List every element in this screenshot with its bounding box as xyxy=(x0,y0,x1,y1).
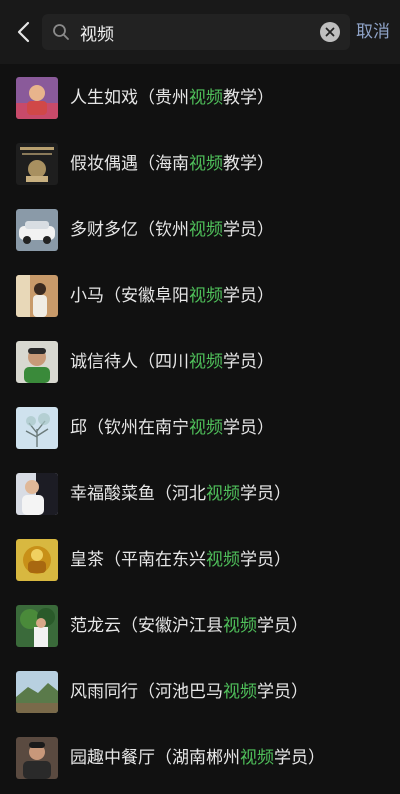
avatar xyxy=(16,473,58,515)
result-title: 假妆偶遇（海南视频教学） xyxy=(70,154,274,174)
list-item[interactable]: 皇茶（平南在东兴视频学员） xyxy=(0,528,400,594)
search-icon xyxy=(53,24,69,40)
back-button[interactable] xyxy=(8,16,40,48)
result-title: 诚信待人（四川视频学员） xyxy=(70,352,274,372)
result-title: 范龙云（安徽沪江县视频学员） xyxy=(70,616,308,636)
clear-search-button[interactable] xyxy=(320,22,340,42)
avatar xyxy=(16,605,58,647)
avatar xyxy=(16,143,58,185)
list-item[interactable]: 园趣中餐厅（湖南郴州视频学员） xyxy=(0,726,400,792)
search-bar[interactable] xyxy=(42,14,350,50)
close-icon xyxy=(325,27,335,37)
result-title: 邱（钦州在南宁视频学员） xyxy=(70,418,274,438)
result-title: 幸福酸菜鱼（河北视频学员） xyxy=(70,484,291,504)
chevron-left-icon xyxy=(17,21,30,43)
avatar xyxy=(16,407,58,449)
cancel-button[interactable]: 取消 xyxy=(356,20,400,44)
avatar xyxy=(16,539,58,581)
result-title: 人生如戏（贵州视频教学） xyxy=(70,88,274,108)
avatar xyxy=(16,671,58,713)
search-input[interactable] xyxy=(80,14,310,50)
avatar xyxy=(16,209,58,251)
result-title: 风雨同行（河池巴马视频学员） xyxy=(70,682,308,702)
result-title: 园趣中餐厅（湖南郴州视频学员） xyxy=(70,748,325,768)
avatar xyxy=(16,341,58,383)
result-title: 皇茶（平南在东兴视频学员） xyxy=(70,550,291,570)
list-item[interactable]: 邱（钦州在南宁视频学员） xyxy=(0,396,400,462)
list-item[interactable]: 风雨同行（河池巴马视频学员） xyxy=(0,660,400,726)
list-item[interactable]: 小马（安徽阜阳视频学员） xyxy=(0,264,400,330)
search-header: 取消 xyxy=(0,0,400,64)
result-title: 多财多亿（钦州视频学员） xyxy=(70,220,274,240)
avatar xyxy=(16,275,58,317)
list-item[interactable]: 诚信待人（四川视频学员） xyxy=(0,330,400,396)
list-item[interactable]: 幸福酸菜鱼（河北视频学员） xyxy=(0,462,400,528)
list-item[interactable]: 假妆偶遇（海南视频教学） xyxy=(0,132,400,198)
result-title: 小马（安徽阜阳视频学员） xyxy=(70,286,274,306)
avatar xyxy=(16,77,58,119)
list-item[interactable]: 范龙云（安徽沪江县视频学员） xyxy=(0,594,400,660)
list-item[interactable]: 人生如戏（贵州视频教学） xyxy=(0,66,400,132)
list-item[interactable]: 多财多亿（钦州视频学员） xyxy=(0,198,400,264)
avatar xyxy=(16,737,58,779)
search-results-list: 人生如戏（贵州视频教学） 假妆偶遇（海南视频教学） 多财多亿（钦州视频学员） 小… xyxy=(0,66,400,792)
